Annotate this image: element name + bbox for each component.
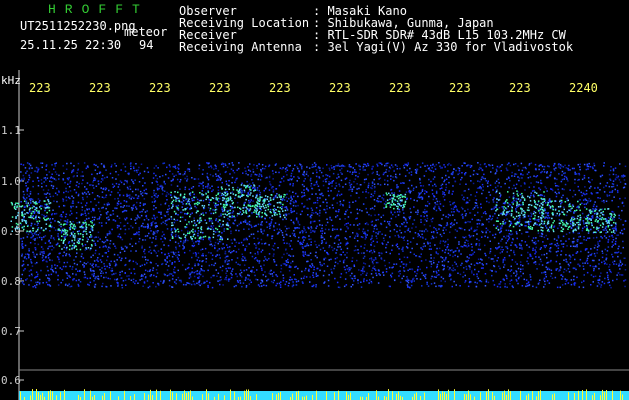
time-tick-label: 223	[509, 81, 531, 95]
spectrogram-plot: kHz 1.1 1.0 0.9 0.8 0.7 0.6 223 223 223 223 223 223 2…	[1, 70, 629, 400]
y-tick-label: 0.7	[1, 325, 21, 338]
y-tick-label: 0.6	[1, 374, 21, 387]
y-tick-label: 1.1	[1, 124, 21, 137]
time-tick-label: 223	[449, 81, 471, 95]
y-axis-unit: kHz	[1, 74, 21, 87]
time-tick-label: 223	[269, 81, 291, 95]
time-tick-label: 223	[89, 81, 111, 95]
time-tick-label: 2240	[569, 81, 598, 95]
time-tick-label: 223	[329, 81, 351, 95]
time-tick-label: 223	[209, 81, 231, 95]
y-tick-label: 0.9	[1, 225, 21, 238]
time-tick-label: 223	[149, 81, 171, 95]
y-tick-label: 0.8	[1, 275, 21, 288]
y-tick-label: 1.0	[1, 175, 21, 188]
time-tick-label: 223	[29, 81, 51, 95]
time-tick-label: 223	[389, 81, 411, 95]
signal-band	[20, 162, 627, 289]
